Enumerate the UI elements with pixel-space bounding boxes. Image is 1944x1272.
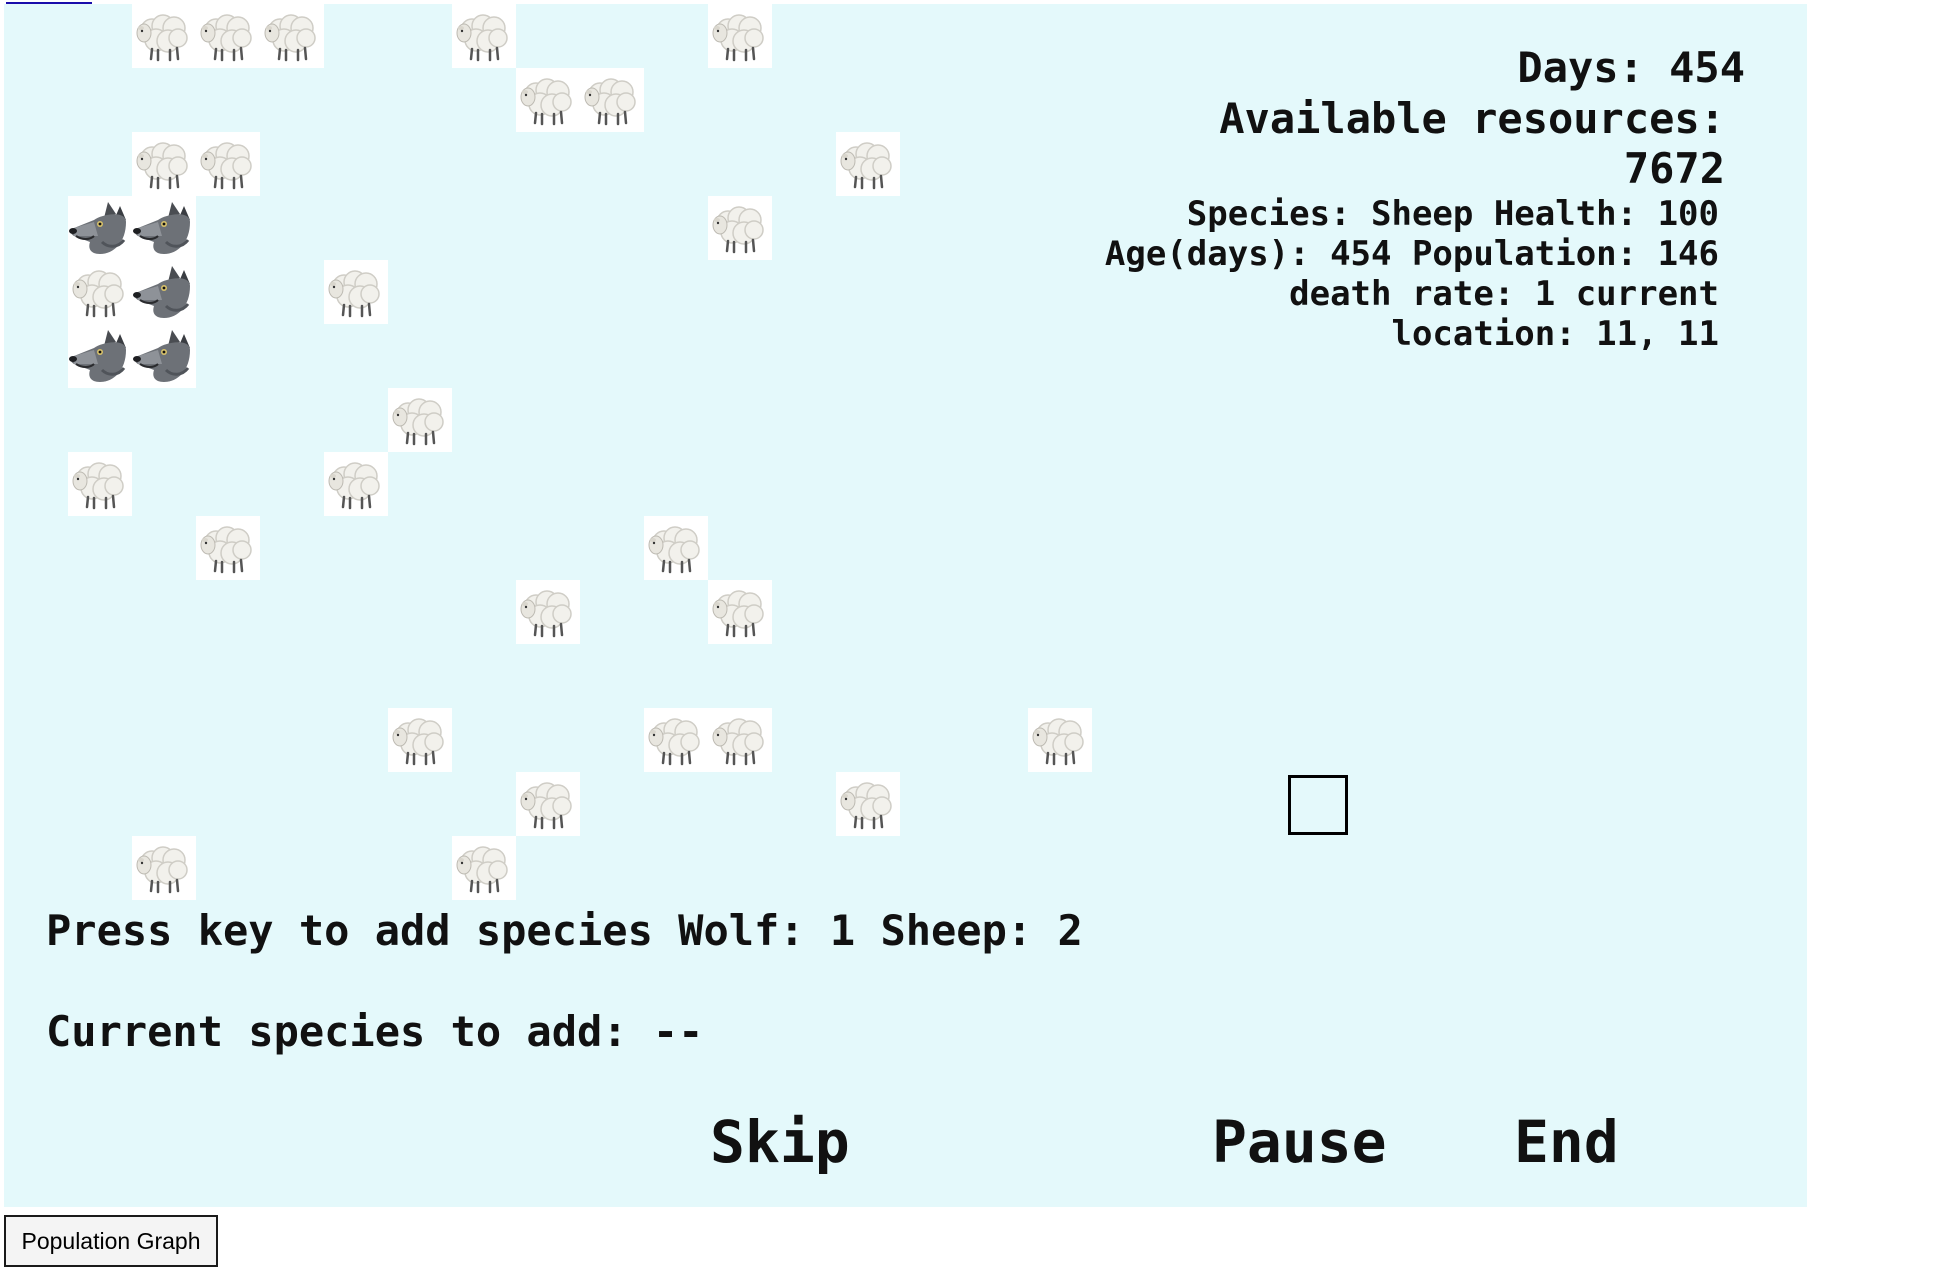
sheep-icon (836, 132, 900, 196)
end-button[interactable]: End (1514, 1108, 1619, 1176)
wolf-icon (68, 196, 132, 260)
sheep-icon (580, 68, 644, 132)
sheep-icon (516, 580, 580, 644)
wolf-icon (132, 196, 196, 260)
population-graph-button[interactable]: Population Graph (4, 1215, 218, 1267)
available-resources: Available resources: 7672 (1219, 94, 1725, 193)
sheep-icon (452, 4, 516, 68)
sheep-icon (132, 132, 196, 196)
sheep-icon (644, 708, 708, 772)
sheep-icon (708, 196, 772, 260)
sheep-icon (196, 516, 260, 580)
add-species-prompt: Press key to add species Wolf: 1 Sheep: … (46, 906, 1083, 955)
sheep-icon (516, 772, 580, 836)
selection-cursor[interactable] (1288, 775, 1348, 835)
sheep-icon (68, 260, 132, 324)
sheep-icon (196, 132, 260, 196)
pause-button[interactable]: Pause (1212, 1108, 1387, 1176)
sheep-icon (132, 836, 196, 900)
sheep-icon (388, 708, 452, 772)
species-info: Species: Sheep Health: 100 Age(days): 45… (1104, 194, 1719, 354)
sheep-icon (708, 708, 772, 772)
sheep-icon (324, 452, 388, 516)
wolf-icon (132, 260, 196, 324)
wolf-icon (68, 324, 132, 388)
wolf-icon (132, 324, 196, 388)
simulation-board[interactable]: Days: 454 Available resources: 7672 Spec… (4, 4, 1807, 1207)
stats-panel: Days: 454 Available resources: 7672 Spec… (1049, 42, 1749, 354)
sheep-icon (708, 4, 772, 68)
sheep-icon (132, 4, 196, 68)
days-counter: Days: 454 (1517, 43, 1745, 92)
sheep-icon (452, 836, 516, 900)
sheep-icon (1028, 708, 1092, 772)
sheep-icon (836, 772, 900, 836)
current-species-label: Current species to add: -- (46, 1007, 704, 1056)
sheep-icon (708, 580, 772, 644)
sheep-icon (196, 4, 260, 68)
sheep-icon (324, 260, 388, 324)
sheep-icon (68, 452, 132, 516)
sheep-icon (644, 516, 708, 580)
skip-button[interactable]: Skip (710, 1108, 850, 1176)
sheep-icon (260, 4, 324, 68)
sheep-icon (388, 388, 452, 452)
sheep-icon (516, 68, 580, 132)
